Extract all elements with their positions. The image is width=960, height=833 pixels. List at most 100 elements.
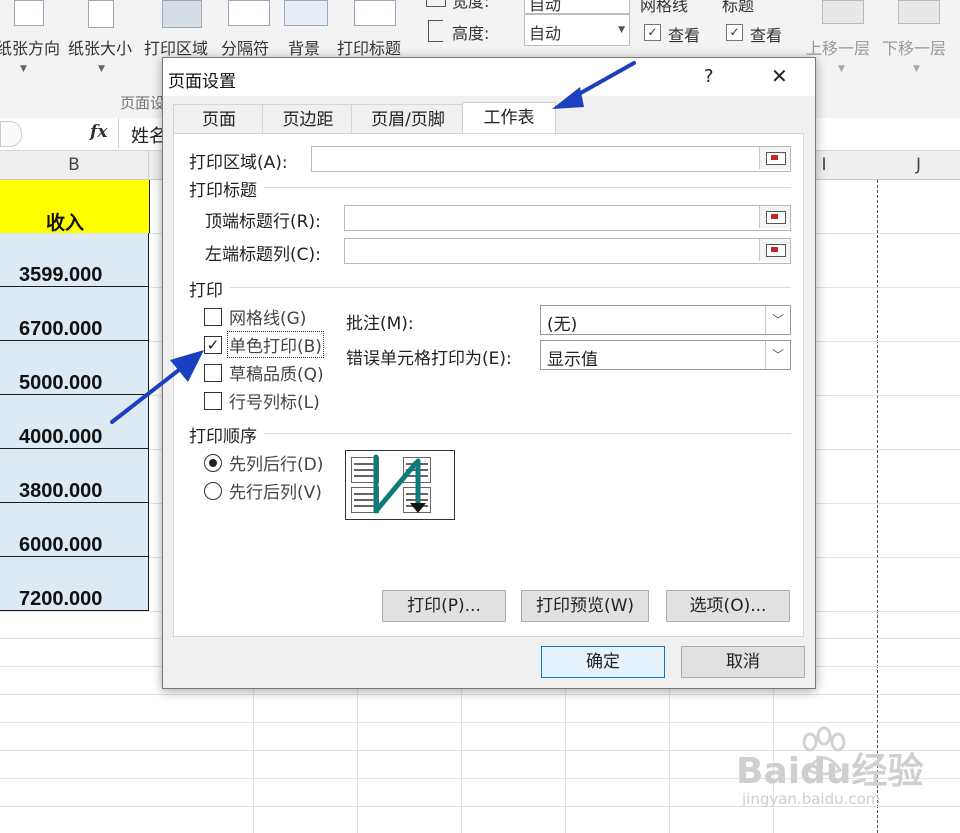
height-value: 自动 [529, 24, 562, 43]
cancel-button[interactable]: 取消 [681, 646, 805, 678]
chevron-down-icon: ﹀ [765, 341, 790, 369]
errors-label: 错误单元格打印为(E): [346, 349, 512, 369]
black-white-label: 单色打印(B) [227, 331, 324, 358]
errors-value: 显示值 [547, 350, 598, 370]
cell-value: 3599.000 [19, 264, 103, 286]
page-setup-group-label: 页面设 [120, 94, 166, 112]
cell-value: 7200.000 [19, 588, 103, 610]
name-box-splitter [0, 121, 22, 147]
gridlines-checkbox[interactable] [204, 308, 222, 326]
comments-value: (无) [547, 315, 578, 335]
chevron-down-icon: ▼ [98, 64, 105, 74]
height-icon [428, 20, 443, 42]
headings-view-label: 查看 [750, 26, 783, 45]
bring-forward-button[interactable]: 上移一层 [806, 35, 870, 59]
over-then-down-label: 先行后列(V) [229, 483, 322, 503]
fx-icon[interactable]: fx [90, 122, 107, 142]
cell-value: 6000.000 [19, 534, 103, 556]
watermark-brand: Baidu经验 [736, 751, 924, 792]
tab-page[interactable]: 页面 [173, 104, 265, 135]
chevron-down-icon: ▼ [838, 64, 845, 74]
header-cell[interactable]: 收入 [0, 180, 150, 234]
annotation-arrow-tab [552, 61, 636, 109]
ribbon-print-area-button[interactable]: 打印区域 [144, 35, 208, 59]
left-cols-input[interactable] [344, 238, 791, 264]
print-button[interactable]: 打印(P)... [382, 590, 506, 622]
gridline [0, 722, 960, 723]
page-break-line [877, 180, 878, 833]
headings-group-label: 标题 [722, 0, 755, 15]
over-then-down-radio[interactable] [204, 482, 222, 500]
collapse-dialog-icon[interactable] [759, 147, 790, 169]
data-cell[interactable]: 3599.000 [0, 233, 149, 287]
options-button[interactable]: 选项(O)... [666, 590, 790, 622]
print-titles-icon [354, 0, 396, 26]
draft-quality-label: 草稿品质(Q) [229, 365, 324, 385]
column-header-b[interactable]: B [0, 151, 149, 180]
gridlines-view-checkbox[interactable]: ✓ [644, 24, 661, 41]
tab-margins[interactable]: 页边距 [262, 104, 354, 135]
annotation-arrow-checkbox [110, 350, 204, 424]
chevron-down-icon: ﹀ [765, 306, 790, 334]
sheet-panel: 打印区域(A): 打印标题 顶端标题行(R): 左端标题列(C): 打印 网格线… [173, 133, 804, 637]
collapse-dialog-icon[interactable] [759, 239, 790, 261]
ribbon-breaks-button[interactable]: 分隔符 [221, 35, 269, 59]
ribbon-orientation-button[interactable]: 纸张方向 [0, 35, 60, 59]
width-label: 宽度: [452, 0, 490, 11]
chevron-down-icon: ▼ [618, 25, 625, 35]
tab-header-footer[interactable]: 页眉/页脚 [351, 104, 465, 135]
collapse-dialog-icon[interactable] [759, 206, 790, 228]
print-section: 打印 [189, 281, 223, 301]
send-backward-button[interactable]: 下移一层 [882, 35, 946, 59]
dialog-titlebar[interactable]: 页面设置 ? ✕ [163, 58, 815, 96]
data-cell[interactable]: 3800.000 [0, 449, 149, 503]
cell-value: 4000.000 [19, 426, 103, 448]
gridlines-view-label: 查看 [668, 26, 701, 45]
top-rows-label: 顶端标题行(R): [205, 212, 321, 232]
ribbon-background-button[interactable]: 背景 [288, 35, 320, 59]
printer-icon [162, 0, 202, 28]
gridlines-group-label: 网格线 [640, 0, 689, 15]
divider [230, 287, 791, 288]
width-icon [426, 0, 446, 7]
divider [264, 187, 791, 188]
page-order-preview-icon [345, 450, 455, 520]
close-icon[interactable]: ✕ [771, 64, 788, 88]
cell-value: 6700.000 [19, 318, 103, 340]
chevron-down-icon: ▼ [20, 64, 27, 74]
gridline [0, 694, 960, 695]
headings-view-checkbox[interactable]: ✓ [726, 24, 743, 41]
width-select[interactable]: 自动 [524, 0, 630, 14]
page-setup-dialog: 页面设置 ? ✕ 页面 页边距 页眉/页脚 工作表 打印区域(A): 打印标题 … [162, 57, 816, 689]
ribbon-print-titles-button[interactable]: 打印标题 [337, 35, 401, 59]
errors-select[interactable]: 显示值 ﹀ [540, 340, 791, 370]
watermark-url: jingyan.baidu.com [742, 790, 881, 808]
breaks-icon [228, 0, 270, 26]
down-then-over-label: 先列后行(D) [229, 455, 324, 475]
ribbon-paper-size-button[interactable]: 纸张大小 [68, 35, 132, 59]
column-header-j[interactable]: J [877, 151, 960, 180]
print-preview-button[interactable]: 打印预览(W) [521, 590, 649, 622]
print-area-input[interactable] [311, 146, 791, 172]
background-icon [284, 0, 328, 26]
help-button[interactable]: ? [704, 66, 714, 87]
bring-forward-icon [822, 0, 864, 24]
ok-button[interactable]: 确定 [541, 646, 665, 678]
print-area-label: 打印区域(A): [189, 153, 288, 173]
height-select[interactable]: 自动 ▼ [524, 14, 630, 46]
cell-value: 3800.000 [19, 480, 103, 502]
down-then-over-radio[interactable] [204, 454, 222, 472]
orientation-icon [14, 0, 44, 26]
left-cols-label: 左端标题列(C): [205, 245, 321, 265]
send-backward-icon [898, 0, 940, 24]
comments-select[interactable]: (无) ﹀ [540, 305, 791, 335]
data-cell[interactable]: 6000.000 [0, 503, 149, 557]
width-value: 自动 [529, 0, 562, 14]
top-rows-input[interactable] [344, 205, 791, 231]
cell-value: 5000.000 [19, 372, 103, 394]
divider [264, 433, 791, 434]
dialog-title: 页面设置 [168, 72, 236, 92]
chevron-down-icon: ▼ [913, 64, 920, 74]
data-cell[interactable]: 7200.000 [0, 557, 149, 611]
header-cell-text: 收入 [46, 212, 85, 234]
